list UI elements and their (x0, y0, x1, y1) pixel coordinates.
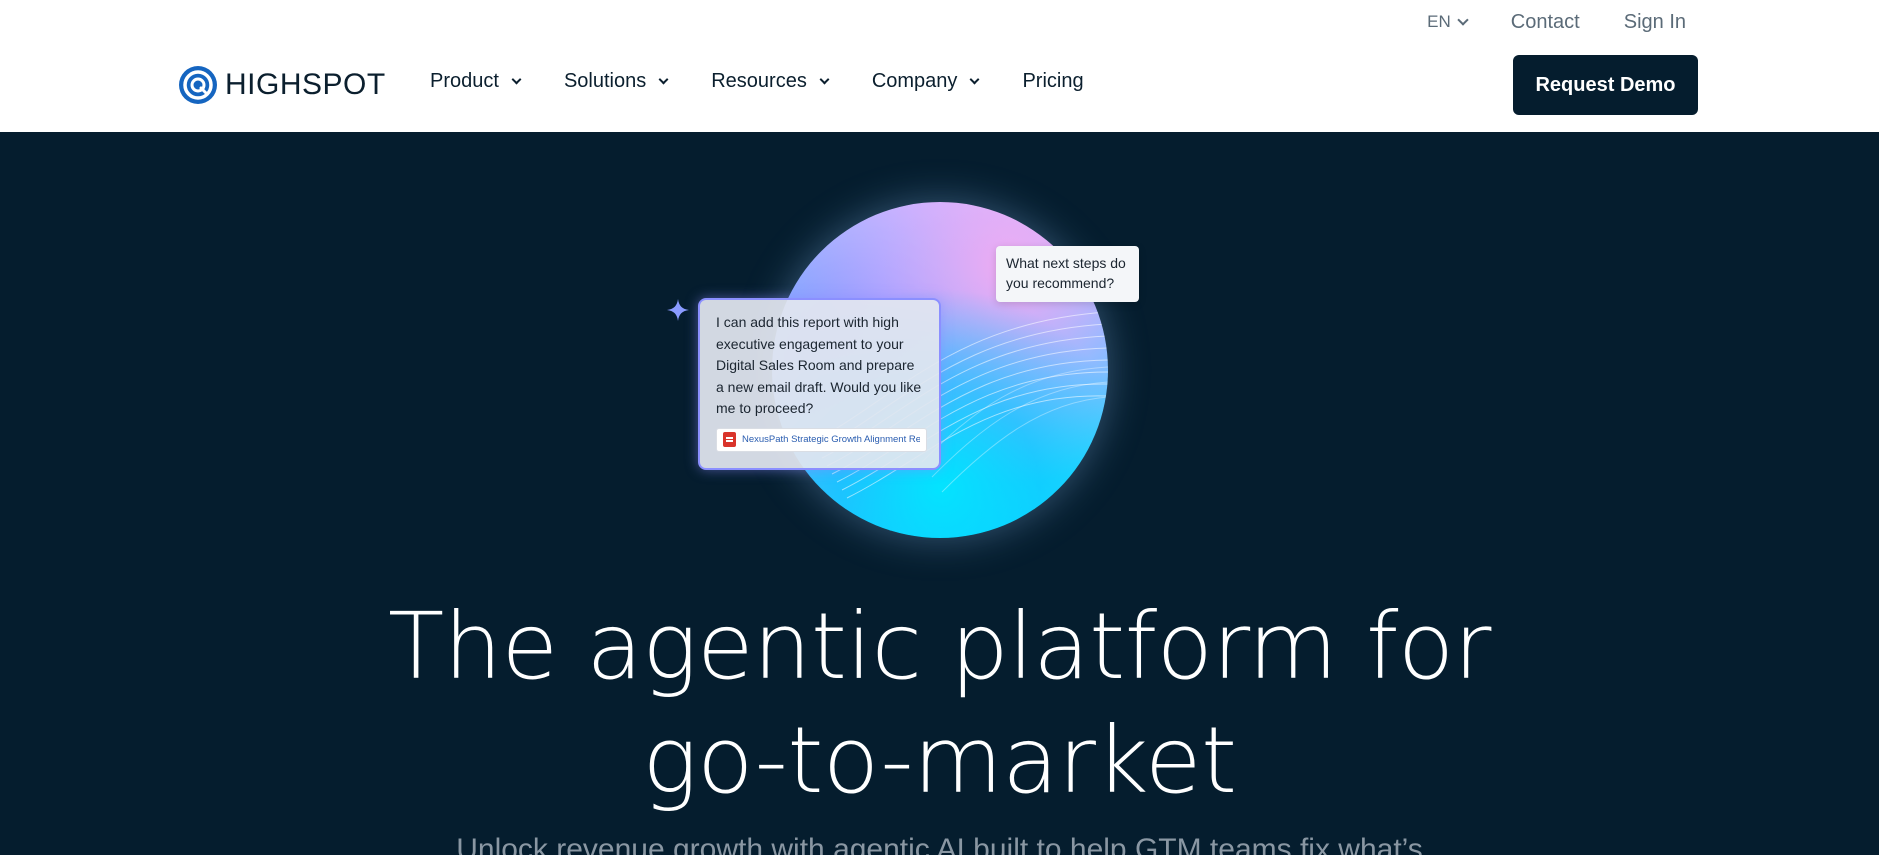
sparkle-icon (667, 299, 689, 321)
nav-item-solutions[interactable]: Solutions (563, 70, 669, 93)
nav-item-label: Company (871, 70, 958, 92)
nav-item-label: Pricing (1022, 70, 1084, 92)
chevron-down-icon (969, 74, 980, 84)
request-demo-button[interactable]: Request Demo (1513, 55, 1698, 115)
report-attachment[interactable]: NexusPath Strategic Growth Alignment Rep… (716, 427, 927, 452)
hero-section: I can add this report with high executiv… (0, 132, 1879, 855)
attachment-name: NexusPath Strategic Growth Alignment Rep… (742, 434, 920, 445)
headline-line-1: The agentic platform for (388, 593, 1491, 700)
main-nav: Product Solutions Resources Company Pric… (430, 70, 1084, 93)
nav-item-resources[interactable]: Resources (711, 70, 830, 93)
chevron-down-icon (819, 74, 830, 84)
logo-text: HIGHSPOT (225, 68, 386, 101)
site-header: EN Contact Sign In HIGHSPOT Product Solu… (0, 0, 1879, 132)
nav-item-company[interactable]: Company (871, 70, 980, 93)
nav-item-label: Solutions (563, 70, 647, 92)
headline-line-2: go-to-market (642, 707, 1237, 814)
language-label: EN (1427, 12, 1451, 31)
hero-subheadline: Unlock revenue growth with agentic AI bu… (456, 833, 1423, 855)
user-question-bubble: What next steps do you recommend? (996, 246, 1139, 302)
nav-item-label: Product (430, 70, 499, 92)
contact-link[interactable]: Contact (1511, 11, 1580, 34)
chevron-down-icon (511, 74, 522, 84)
chevron-down-icon (1457, 13, 1469, 26)
pdf-file-icon (723, 432, 736, 447)
nav-item-pricing[interactable]: Pricing (1022, 70, 1083, 93)
nav-item-label: Resources (711, 70, 807, 92)
ai-chat-message-card: I can add this report with high executiv… (698, 298, 941, 470)
hero-headline: The agentic platform for go-to-market (0, 590, 1879, 818)
utility-nav: EN Contact Sign In (1427, 8, 1686, 36)
language-selector[interactable]: EN (1427, 12, 1469, 32)
nav-item-product[interactable]: Product (430, 70, 522, 93)
sign-in-link[interactable]: Sign In (1624, 11, 1686, 34)
highspot-logo[interactable]: HIGHSPOT (177, 64, 386, 106)
chevron-down-icon (658, 74, 669, 84)
chat-message-text: I can add this report with high executiv… (716, 314, 922, 416)
highspot-logo-icon (179, 66, 217, 104)
